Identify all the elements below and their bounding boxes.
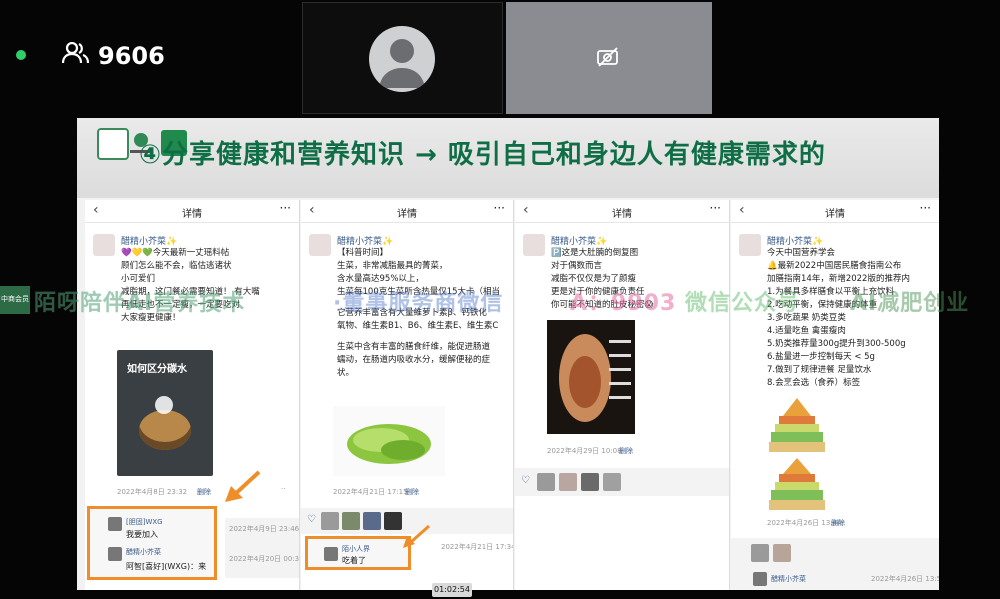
watermark-text: AI减肥创业 (850, 291, 970, 316)
comment-text: 阿智[喜好](WXG)：来 (126, 562, 207, 571)
food-pyramid-image[interactable] (767, 396, 827, 514)
avatar (603, 473, 621, 491)
panel-header-title: 详情 (182, 209, 202, 220)
avatar (581, 473, 599, 491)
lettuce-image[interactable] (333, 406, 445, 476)
participant-tile-avatar[interactable] (302, 2, 503, 114)
participant-tile-camera-off[interactable] (506, 2, 712, 114)
panel-header-title: 详情 (612, 209, 632, 220)
post-author: 醋精小芥菜✨ (551, 237, 608, 247)
panel-header: ‹ 详情 ··· (85, 200, 299, 223)
moments-panel-3: ‹ 详情 ··· 醋精小芥菜✨ 🅿️这是大肚腩的倒复图 对于偶数而言 减脂不仅仅是… (515, 200, 730, 590)
panel-header-title: 详情 (825, 209, 845, 220)
anatomy-image[interactable] (547, 320, 635, 434)
more-options-icon[interactable]: ·· (281, 485, 285, 493)
users-icon (61, 41, 90, 70)
watermark-text: 微信公众号 (685, 291, 801, 316)
comment-time: 2022年4月21日 17:34 (441, 543, 514, 551)
watermark-banner: 陌呀陪伴AI营养技术 ·董事服务商微信 A：9903 微信公众号 AI减肥创业 (0, 283, 1000, 317)
comment-time: 2022年4月20日 00:35 (229, 555, 300, 563)
slide-title: ④分享健康和营养知识 → 吸引自己和身边人有健康需求的 (139, 140, 826, 170)
delete-link[interactable]: 删除 (619, 446, 633, 456)
orange-arrow-icon (225, 470, 261, 502)
panel-header-title: 详情 (397, 209, 417, 220)
comment-author: [胆固]WXG (126, 518, 163, 526)
comment-author: 醋精小芥菜 (126, 548, 161, 556)
panel-header: ‹ 详情 ··· (731, 200, 939, 223)
orange-arrow-icon (403, 524, 430, 548)
comment-time: 2022年4月26日 13:58 (871, 575, 939, 583)
delete-link[interactable]: 删除 (197, 487, 211, 497)
default-avatar-icon (369, 26, 435, 92)
rice-bowl-image (139, 410, 191, 450)
avatar (753, 572, 767, 586)
play-icon[interactable] (155, 396, 173, 414)
avatar (773, 544, 791, 562)
food-image-card[interactable]: 如何区分碳水 (117, 350, 213, 476)
avatar (324, 547, 338, 561)
avatar (537, 473, 555, 491)
delete-link[interactable]: 删除 (831, 518, 845, 528)
panel-header: ‹ 详情 ··· (515, 200, 729, 223)
highlight-box-comments-1: [胆固]WXG 我要加入 醋精小芥菜 阿智[喜好](WXG)：来 (87, 506, 217, 580)
comment-time: 2022年4月9日 23:46 (229, 525, 300, 533)
post-author: 醋精小芥菜✨ (767, 237, 824, 247)
post-date: 2022年4月8日 23:32 (117, 488, 188, 496)
playback-timestamp: 01:02:54 (432, 583, 472, 597)
more-options-icon[interactable]: ··· (494, 201, 505, 215)
highlight-box-comments-2: 陌小人界 吃着了 (305, 536, 411, 570)
avatar (384, 512, 402, 530)
moments-panel-4: ‹ 详情 ··· 醋精小芥菜✨ 今天中国营养学会 🔔最新2022中国居民膳食指南公… (731, 200, 939, 590)
avatar (108, 517, 122, 531)
viewer-count: 9606 (61, 38, 165, 74)
likes-row: ♡ (515, 468, 729, 496)
heart-icon: ♡ (307, 514, 316, 525)
watermark-text: 陌呀陪伴AI营养技术 (34, 291, 246, 316)
comment-text: 吃着了 (342, 556, 366, 565)
more-options-icon[interactable]: ··· (280, 201, 291, 215)
camera-off-icon (596, 47, 620, 71)
online-indicator-dot (16, 50, 26, 60)
avatar (93, 234, 115, 256)
comment-author: 醋精小芥菜 (771, 575, 806, 583)
comment-text: 我要加入 (126, 530, 158, 539)
avatar (309, 234, 331, 256)
comment-area: 2022年4月9日 23:46 2022年4月20日 00:35 (225, 518, 299, 578)
post-date: 2022年4月21日 17:15 (333, 488, 408, 496)
heart-icon: ♡ (521, 475, 530, 486)
avatar (363, 512, 381, 530)
avatar (523, 234, 545, 256)
avatar (108, 547, 122, 561)
avatar (739, 234, 761, 256)
watermark-text: ·董事服务商微信 (333, 291, 504, 316)
more-options-icon[interactable]: ··· (710, 201, 721, 215)
delete-link[interactable]: 删除 (405, 487, 419, 497)
panel-header: ‹ 详情 ··· (301, 200, 513, 223)
avatar (342, 512, 360, 530)
food-card-title: 如何区分碳水 (127, 364, 187, 375)
post-author: 醋精小芥菜✨ (121, 237, 178, 247)
shared-screen-slide: ④分享健康和营养知识 → 吸引自己和身边人有健康需求的 ‹ 详情 ··· 醋精小… (77, 118, 939, 590)
post-text: 今天中国营养学会 🔔最新2022中国居民膳食指南公布 加膳指南14年，新增2022… (767, 248, 910, 388)
avatar (559, 473, 577, 491)
comment-area: 醋精小芥菜 2022年4月26日 13:58 (731, 538, 939, 590)
post-author: 醋精小芥菜✨ (337, 237, 394, 247)
viewer-count-value: 9606 (98, 42, 165, 70)
avatar (321, 512, 339, 530)
comment-author: 陌小人界 (342, 545, 370, 553)
logo-badge-1 (97, 128, 129, 160)
more-options-icon[interactable]: ··· (920, 201, 931, 215)
avatar (751, 544, 769, 562)
post-date: 2022年4月29日 10:08 (547, 447, 622, 455)
watermark-text: A：9903 (570, 291, 677, 316)
